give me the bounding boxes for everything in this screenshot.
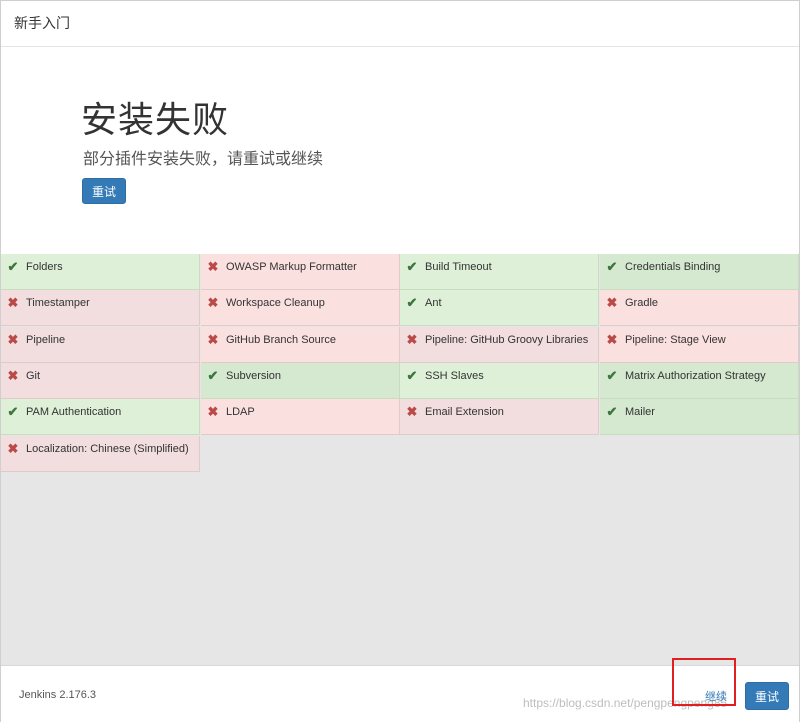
plugin-item: ✔ PAM Authentication	[1, 399, 200, 435]
check-icon: ✔	[406, 368, 418, 383]
plugin-item: ✔ SSH Slaves	[400, 363, 599, 399]
footer-retry-button[interactable]: 重试	[745, 682, 789, 710]
wizard-footer: Jenkins 2.176.3 https://blog.csdn.net/pe…	[1, 665, 799, 722]
plugin-name: Credentials Binding	[625, 261, 721, 273]
cross-icon: ✖	[406, 404, 418, 419]
plugin-item: ✖ Timestamper	[1, 290, 200, 326]
check-icon: ✔	[606, 368, 618, 383]
plugin-item: ✖ GitHub Branch Source	[201, 327, 400, 363]
plugin-name: PAM Authentication	[26, 406, 122, 418]
plugin-name: Gradle	[625, 297, 659, 309]
plugin-name: Pipeline: GitHub Groovy Libraries	[425, 334, 589, 346]
plugin-item: ✔ Ant	[400, 290, 599, 326]
plugin-name: Mailer	[625, 406, 655, 418]
plugin-name: LDAP	[226, 406, 255, 418]
cross-icon: ✖	[606, 295, 618, 310]
check-icon: ✔	[207, 368, 219, 383]
plugin-name: Localization: Chinese (Simplified)	[26, 443, 189, 455]
plugin-item: ✖ Git	[1, 363, 200, 399]
cross-icon: ✖	[7, 441, 19, 456]
plugin-item: ✖ Localization: Chinese (Simplified)	[1, 436, 200, 472]
plugin-name: OWASP Markup Formatter	[226, 261, 357, 273]
plugin-item: ✔ Build Timeout	[400, 254, 599, 290]
cross-icon: ✖	[207, 332, 219, 347]
plugin-item: ✔ Subversion	[201, 363, 400, 399]
cross-icon: ✖	[207, 295, 219, 310]
continue-button[interactable]: 继续	[694, 684, 738, 708]
check-icon: ✔	[606, 259, 618, 274]
plugin-name: Email Extension	[425, 406, 504, 418]
plugin-item: ✖ Workspace Cleanup	[201, 290, 400, 326]
wizard-header: 新手入门	[1, 1, 799, 47]
plugin-item: ✖ Pipeline	[1, 327, 200, 363]
plugin-item: ✖ Pipeline: Stage View	[600, 327, 799, 363]
check-icon: ✔	[406, 295, 418, 310]
plugin-item: ✖ LDAP	[201, 399, 400, 435]
setup-wizard-window: 新手入门 安装失败 部分插件安装失败，请重试或继续 重试 ✔ Folders ✖ OW…	[0, 0, 800, 722]
plugin-item: ✔ Matrix Authorization Strategy	[600, 363, 799, 399]
plugin-item: ✔ Folders	[1, 254, 200, 290]
plugin-item: ✔ Credentials Binding	[600, 254, 799, 290]
cross-icon: ✖	[207, 259, 219, 274]
plugin-name: GitHub Branch Source	[226, 334, 337, 346]
check-icon: ✔	[7, 404, 19, 419]
plugin-name: Pipeline	[26, 334, 66, 346]
plugin-name: Matrix Authorization Strategy	[625, 370, 766, 382]
plugin-name: Pipeline: Stage View	[625, 334, 726, 346]
plugin-name: Ant	[425, 297, 442, 309]
plugin-name: Build Timeout	[425, 261, 492, 273]
check-icon: ✔	[606, 404, 618, 419]
plugin-name: Folders	[26, 261, 63, 273]
check-icon: ✔	[7, 259, 19, 274]
plugin-name: Workspace Cleanup	[226, 297, 325, 309]
plugin-name: SSH Slaves	[425, 370, 484, 382]
plugin-item: ✖ Pipeline: GitHub Groovy Libraries	[400, 327, 599, 363]
cross-icon: ✖	[7, 295, 19, 310]
cross-icon: ✖	[7, 332, 19, 347]
wizard-title: 新手入门	[14, 16, 70, 32]
plugin-name: Timestamper	[26, 297, 90, 309]
plugin-name: Subversion	[226, 370, 282, 382]
version-label: Jenkins 2.176.3	[19, 689, 97, 701]
retry-button[interactable]: 重试	[82, 178, 126, 204]
plugin-item: ✖ Email Extension	[400, 399, 599, 435]
page-title: 安装失败	[81, 100, 230, 141]
plugin-name: Git	[26, 370, 41, 382]
plugin-item: ✖ OWASP Markup Formatter	[201, 254, 400, 290]
page-subtitle: 部分插件安装失败，请重试或继续	[83, 149, 324, 168]
install-failed-panel: 安装失败 部分插件安装失败，请重试或继续 重试	[1, 47, 799, 253]
cross-icon: ✖	[406, 332, 418, 347]
plugin-item: ✔ Mailer	[600, 399, 799, 435]
cross-icon: ✖	[207, 404, 219, 419]
plugin-item: ✖ Gradle	[600, 290, 799, 326]
plugin-status-grid: ✔ Folders ✖ OWASP Markup Formatter ✔ Build Ti…	[1, 254, 799, 665]
cross-icon: ✖	[7, 368, 19, 383]
cross-icon: ✖	[606, 332, 618, 347]
check-icon: ✔	[406, 259, 418, 274]
